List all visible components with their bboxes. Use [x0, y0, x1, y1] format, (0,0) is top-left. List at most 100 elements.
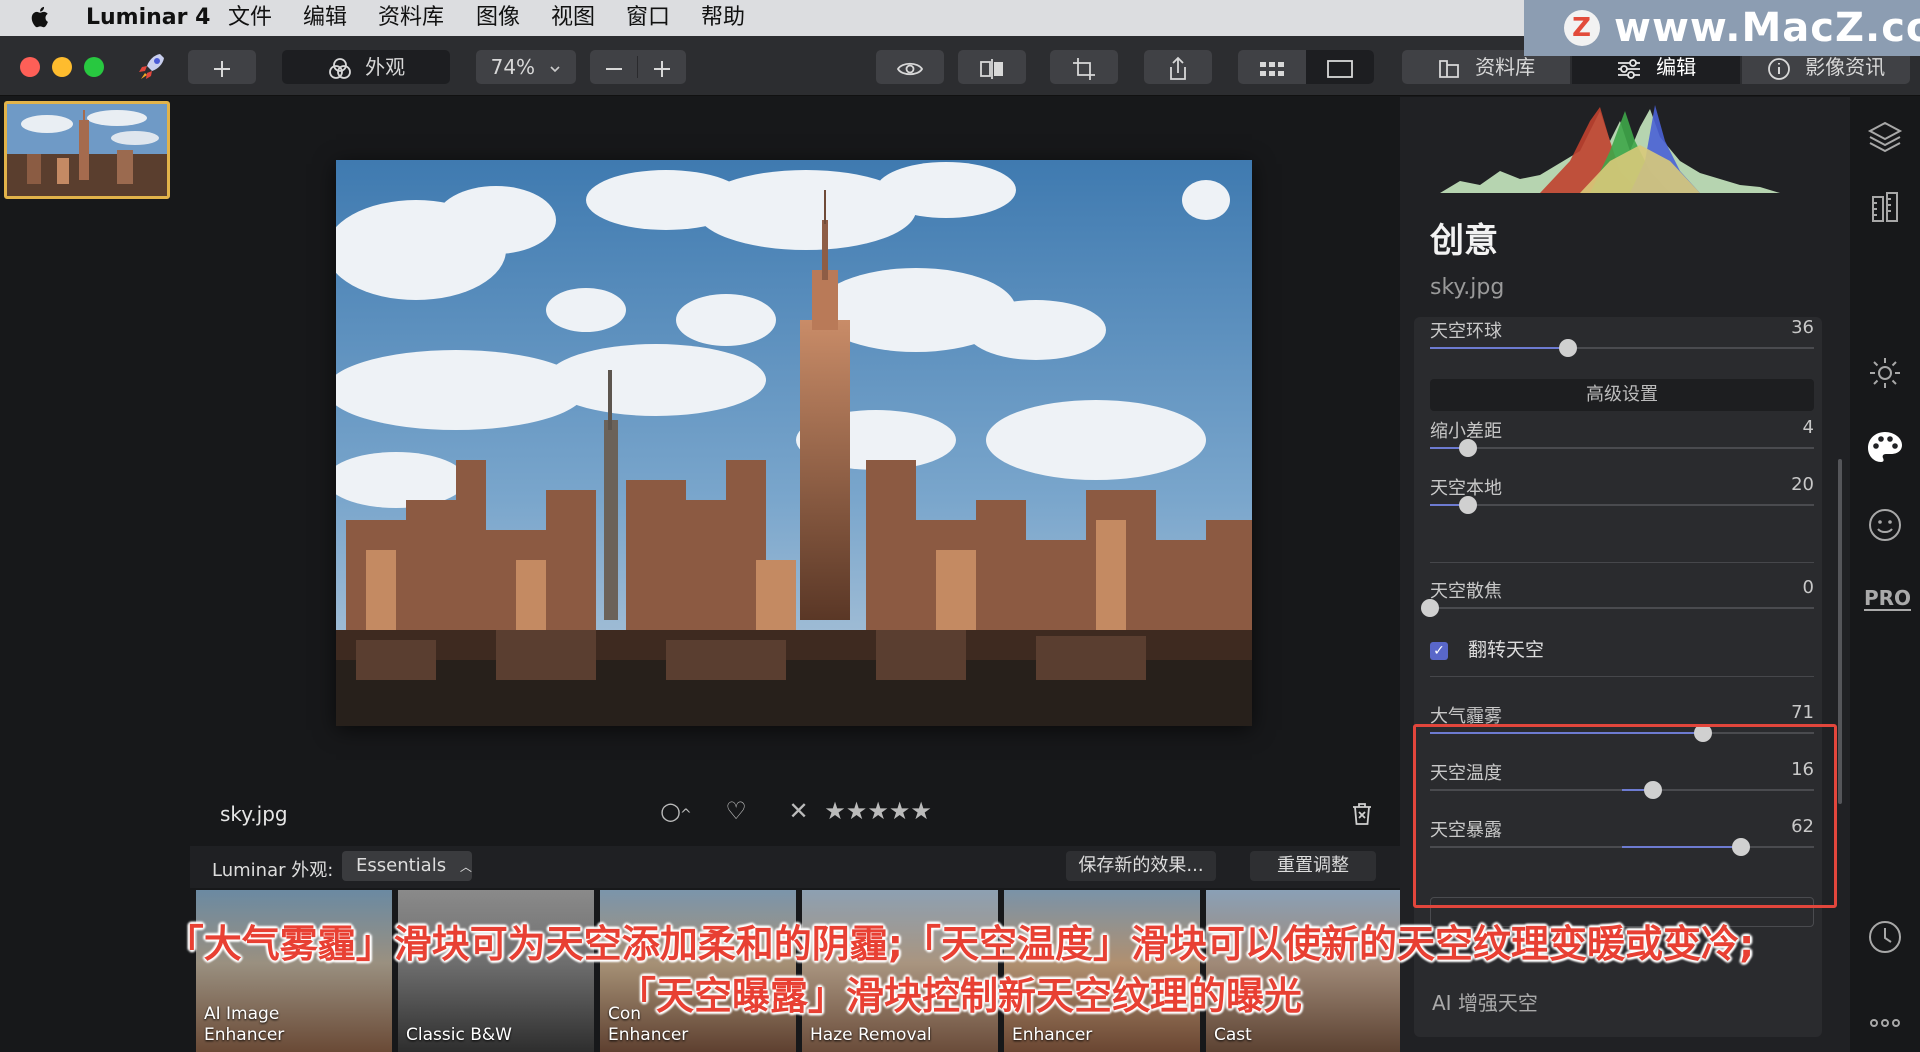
looks-bar: Luminar 外观: Essentials ︿ 保存新的效果... 重置调整 — [190, 846, 1400, 888]
library-icon — [1438, 59, 1459, 78]
highlight-box — [1413, 724, 1837, 908]
creative-palette-icon[interactable] — [1865, 429, 1905, 469]
apple-menu-icon[interactable] — [30, 4, 52, 30]
slider-value: 71 — [1791, 702, 1814, 723]
share-icon — [1170, 56, 1186, 80]
star-icon-1[interactable]: ★ — [824, 797, 846, 825]
crop-button[interactable] — [1050, 50, 1118, 84]
watermark: Z www.MacZ.com — [1524, 0, 1920, 56]
minimize-window-button[interactable] — [52, 57, 72, 77]
photo-thumbnail[interactable] — [4, 101, 170, 199]
chevron-up-icon[interactable]: ^ — [680, 807, 692, 823]
slider-value: 20 — [1791, 474, 1814, 495]
looks-button[interactable]: 外观 — [282, 50, 450, 84]
menu-view[interactable]: 视图 — [551, 4, 595, 32]
slider-handle[interactable] — [1459, 496, 1478, 514]
share-button[interactable] — [1144, 50, 1212, 84]
subtitle-line-2: 「天空曝露」滑块控制新天空纹理的曝光 — [617, 974, 1302, 1018]
star-icon-5[interactable]: ★ — [910, 797, 932, 825]
tutorial-subtitle: 「大气雾霾」滑块可为天空添加柔和的阴霾;「天空温度」滑块可以使新的天空纹理变暖或… — [0, 918, 1920, 1022]
advanced-settings-button[interactable]: 高级设置 — [1430, 379, 1814, 411]
zoom-window-button[interactable] — [84, 57, 104, 77]
canvas-tools-icon[interactable] — [1867, 189, 1903, 225]
menu-library[interactable]: 资料库 — [378, 4, 444, 32]
slider-label: 天空环球 — [1430, 321, 1502, 342]
menu-file[interactable]: 文件 — [228, 4, 272, 32]
panel-scrollbar[interactable] — [1838, 459, 1842, 804]
edit-tab-label: 编辑 — [1656, 55, 1697, 79]
slider-handle[interactable] — [1559, 339, 1578, 357]
chevron-up-icon: ︿ — [459, 860, 472, 874]
menu-window[interactable]: 窗口 — [626, 4, 670, 32]
looks-icon — [328, 57, 351, 79]
divider — [1430, 562, 1814, 563]
compare-button[interactable] — [958, 50, 1026, 84]
watermark-text: www.MacZ.com — [1614, 5, 1920, 51]
zoom-dropdown[interactable]: 74% — [476, 50, 576, 84]
slider-track — [1430, 504, 1814, 506]
slider-handle[interactable] — [1421, 599, 1439, 617]
plus-icon — [654, 60, 670, 77]
portrait-face-icon[interactable] — [1867, 507, 1903, 543]
layers-icon[interactable] — [1867, 119, 1903, 155]
color-label-icon[interactable]: ○ — [660, 797, 681, 825]
slider-reduce-gap[interactable]: 缩小差距 4 — [1430, 417, 1814, 457]
looks-label: Luminar 外观: — [212, 860, 334, 881]
trash-icon[interactable] — [1350, 801, 1374, 827]
slider-sky-local[interactable]: 天空本地 20 — [1430, 474, 1814, 514]
slider-value: 0 — [1802, 577, 1814, 598]
star-icon-4[interactable]: ★ — [889, 797, 911, 825]
menu-image[interactable]: 图像 — [476, 4, 520, 32]
slider-sky-defocus[interactable]: 天空散焦 0 — [1421, 577, 1814, 617]
slider-track — [1430, 447, 1814, 449]
thumbnail-image — [7, 104, 167, 196]
star-icon-3[interactable]: ★ — [867, 797, 889, 825]
slider-value: 36 — [1791, 317, 1814, 338]
flip-sky-checkbox[interactable]: ✓ 翻转天空 — [1430, 635, 1544, 662]
slider-label: 天空散焦 — [1430, 581, 1502, 602]
menu-help[interactable]: 帮助 — [701, 4, 745, 32]
main-photo[interactable] — [336, 160, 1252, 726]
gallery-view-button[interactable] — [1238, 50, 1306, 84]
tool-category-sidebar: PRO — [1850, 97, 1920, 1052]
heart-icon[interactable]: ♡ — [725, 797, 747, 825]
menu-app-name[interactable]: Luminar 4 — [86, 4, 210, 32]
sliders-icon — [1617, 58, 1640, 79]
filmstrip — [0, 97, 170, 1052]
single-view-button[interactable] — [1306, 50, 1374, 84]
reject-icon[interactable]: ✕ — [789, 797, 809, 825]
preview-button[interactable] — [876, 50, 944, 84]
star-icon-2[interactable]: ★ — [846, 797, 868, 825]
checkmark-icon: ✓ — [1430, 641, 1448, 660]
rocket-icon[interactable] — [136, 50, 168, 84]
look-label: Enhancer — [1012, 1025, 1093, 1045]
essentials-sun-icon[interactable] — [1867, 355, 1903, 391]
slider-sky-global[interactable]: 天空环球 36 — [1430, 317, 1814, 357]
library-tab-label: 资料库 — [1475, 55, 1536, 79]
panel-filename: sky.jpg — [1430, 275, 1505, 300]
rating-bar: ○^ ♡ ✕ ★★★★★ — [660, 797, 932, 827]
zoom-out-button[interactable] — [590, 50, 638, 84]
close-window-button[interactable] — [20, 57, 40, 77]
chevron-down-icon — [550, 65, 560, 72]
pro-tools-icon[interactable]: PRO — [1864, 587, 1912, 611]
looks-category-dropdown[interactable]: Essentials ︿ — [342, 851, 472, 881]
look-label: Haze Removal — [810, 1025, 932, 1045]
zoom-in-button[interactable] — [638, 50, 686, 84]
reset-adjustments-button[interactable]: 重置调整 — [1250, 851, 1376, 881]
panel-title: 创意 — [1430, 221, 1498, 261]
grid-icon — [1260, 61, 1284, 76]
menu-edit[interactable]: 编辑 — [303, 4, 347, 32]
single-image-icon — [1327, 59, 1353, 78]
image-viewer: sky.jpg ○^ ♡ ✕ ★★★★★ — [190, 97, 1400, 837]
add-photos-button[interactable] — [188, 50, 256, 84]
looks-button-label: 外观 — [365, 55, 406, 79]
layout-switch — [1238, 50, 1374, 84]
zoom-value: 74% — [490, 55, 536, 79]
viewer-filename: sky.jpg — [220, 802, 288, 826]
info-tab-label: 影像资讯 — [1805, 55, 1886, 79]
plus-icon — [214, 60, 230, 77]
flip-sky-label: 翻转天空 — [1468, 639, 1545, 661]
save-look-button[interactable]: 保存新的效果... — [1066, 851, 1216, 881]
slider-handle[interactable] — [1459, 439, 1478, 457]
